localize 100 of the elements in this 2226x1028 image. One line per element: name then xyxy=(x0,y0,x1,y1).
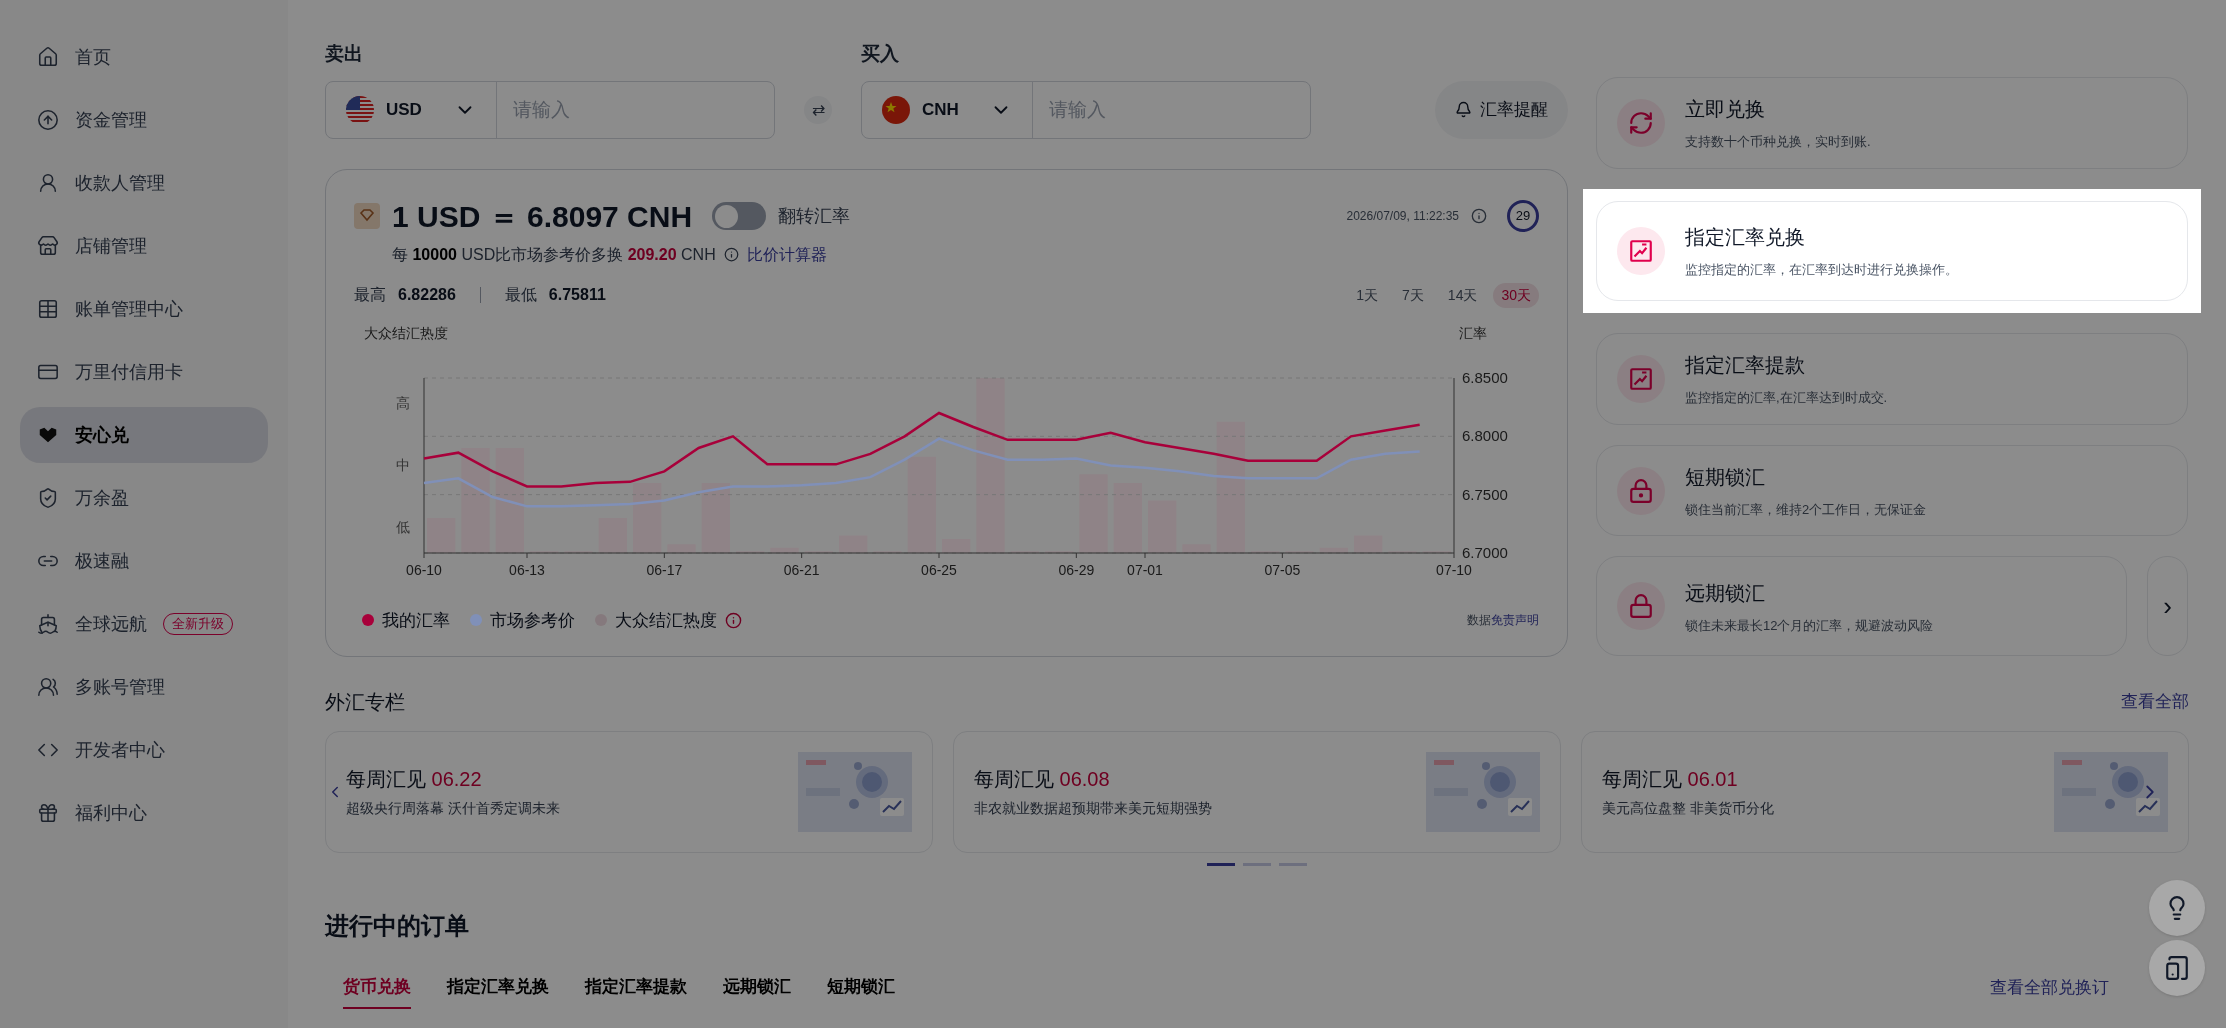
tick-label: 07-01 xyxy=(1127,561,1163,578)
currency-exchange-field[interactable]: USD 请输入 xyxy=(325,80,775,139)
trend-chart-icon xyxy=(1628,365,1654,392)
disclaimer-link[interactable]: 免责声明 xyxy=(1491,613,1539,628)
product-card[interactable]: 短期锁汇 锁住当前汇率，维持2个工作日，无保证金 xyxy=(1596,444,2188,537)
trend-chart-icon xyxy=(1628,237,1654,264)
axis-title: 大众结汇热度 xyxy=(364,324,448,341)
user-icon xyxy=(37,172,59,194)
legend-label: 大众结汇热度 xyxy=(615,609,717,632)
disclaimer-text: 数据免责声明 xyxy=(1467,612,1539,630)
period-tab[interactable]: 14天 xyxy=(1439,282,1486,308)
product-description: 监控指定的汇率，在汇率到达时进行兑换操作。 xyxy=(1685,261,1958,280)
device-button[interactable] xyxy=(2149,940,2205,996)
legend-label: 我的汇率 xyxy=(382,609,450,632)
article-title: 每周汇见 06.08 xyxy=(974,767,1111,792)
order-tab[interactable]: 货币兑换 xyxy=(343,973,411,1009)
product-title: 指定汇率提款 xyxy=(1685,353,1806,378)
period-tab[interactable]: 1天 xyxy=(1348,282,1387,308)
product-card[interactable]: 立即兑换 支持数十个币种兑换，实时到账. xyxy=(1596,77,2188,169)
lock-icon xyxy=(1628,593,1654,620)
product-description: 锁住当前汇率，维持2个工作日，无保证金 xyxy=(1685,500,1927,519)
article-title: 每周汇见 06.22 xyxy=(346,767,483,792)
tablet-icon xyxy=(2164,955,2190,981)
amount-input[interactable]: 请输入 xyxy=(497,81,774,138)
article-summary: 非农就业数据超预期带来美元短期强势 xyxy=(974,799,1212,818)
product-description: 监控指定的汇率,在汇率达到时成交. xyxy=(1685,389,1888,407)
tick-label: 6.8500 xyxy=(1462,368,1508,386)
tick-label: 6.7000 xyxy=(1462,543,1508,561)
countdown-ring: 29 xyxy=(1507,200,1539,232)
next-button[interactable]: › xyxy=(2147,556,2188,657)
low-label: 最低 xyxy=(504,285,537,305)
comparison-text: 每 10000 USD比市场参考价多换 209.20 CNH xyxy=(392,244,716,265)
sidebar-item[interactable]: 店铺管理 xyxy=(20,218,268,274)
calculator-link[interactable]: 比价计算器 xyxy=(746,242,827,267)
swap-button[interactable]: ⇄ xyxy=(804,95,832,124)
field-label: 买入 xyxy=(861,42,900,66)
shield-icon xyxy=(37,487,59,509)
view-all-orders-link[interactable]: 查看全部兑换订 xyxy=(1990,974,2109,1008)
legend-label: 市场参考价 xyxy=(490,609,575,632)
flip-toggle[interactable] xyxy=(712,202,767,230)
product-title: 指定汇率兑换 xyxy=(1685,225,1806,251)
low-value: 6.75811 xyxy=(548,285,606,305)
flag-icon xyxy=(346,95,374,124)
tick-label: 6.7500 xyxy=(1462,485,1508,503)
product-card[interactable]: 指定汇率提款 监控指定的汇率,在汇率达到时成交. xyxy=(1596,332,2188,425)
order-tab[interactable]: 远期锁汇 xyxy=(723,973,791,1009)
order-tab[interactable]: 指定汇率提款 xyxy=(585,973,687,1009)
sidebar-item[interactable]: 安心兑 xyxy=(20,407,268,463)
field-label: 卖出 xyxy=(325,42,364,66)
sidebar-item[interactable]: 资金管理 xyxy=(20,92,268,148)
product-description: 锁住未来最长12个月的汇率，规避波动风险 xyxy=(1685,616,1934,635)
tick-label: 6.8000 xyxy=(1462,426,1508,444)
article-card[interactable]: 每周汇见 06.01 美元高位盘整 非美货币分化 xyxy=(1581,730,2189,853)
tick-label: 06-10 xyxy=(406,561,442,578)
period-tab[interactable]: 30天 xyxy=(1493,282,1539,308)
exchange-icon xyxy=(1628,109,1654,136)
high-value: 6.82286 xyxy=(398,285,456,305)
product-card[interactable]: 指定汇率兑换 监控指定的汇率，在汇率到达时进行兑换操作。 xyxy=(1596,200,2188,301)
sidebar-item[interactable]: 全球远航 全新升级 xyxy=(20,596,268,652)
product-description: 支持数十个币种兑换，实时到账. xyxy=(1685,133,1871,152)
product-title: 立即兑换 xyxy=(1685,97,1766,123)
diamond-badge-icon xyxy=(354,203,380,229)
upload-icon xyxy=(37,109,59,131)
sidebar-item[interactable]: 收款人管理 xyxy=(20,155,268,211)
view-all-link[interactable]: 查看全部 xyxy=(2121,688,2189,715)
sidebar-item[interactable]: 极速融 xyxy=(20,533,268,589)
table-icon xyxy=(37,298,59,320)
tick-label: 06-17 xyxy=(646,561,683,578)
lock-clock-icon xyxy=(1628,477,1654,504)
section-title: 进行中的订单 xyxy=(325,910,469,941)
sidebar-item[interactable]: 万里付信用卡 xyxy=(20,344,268,400)
period-tab[interactable]: 7天 xyxy=(1394,282,1432,308)
info-icon xyxy=(723,247,739,262)
sidebar-item[interactable]: 万余盈 xyxy=(20,470,268,526)
tips-button[interactable] xyxy=(2149,880,2205,936)
bell-icon xyxy=(1455,101,1472,118)
high-label: 最高 xyxy=(354,285,386,305)
rate-alert-button[interactable]: 汇率提醒 xyxy=(1435,80,1568,139)
toggle-label: 翻转汇率 xyxy=(778,204,851,228)
order-tab[interactable]: 短期锁汇 xyxy=(827,973,895,1009)
product-title: 远期锁汇 xyxy=(1685,580,1766,606)
axis-title: 汇率 xyxy=(1459,324,1487,341)
sidebar-item[interactable]: 福利中心 xyxy=(20,785,268,841)
sidebar-item[interactable]: 账单管理中心 xyxy=(20,281,268,337)
product-title: 短期锁汇 xyxy=(1685,464,1766,490)
sidebar-item[interactable]: 首页 xyxy=(20,29,268,85)
article-card[interactable]: 每周汇见 06.08 非农就业数据超预期带来美元短期强势 xyxy=(953,730,1561,853)
home-icon xyxy=(37,46,59,68)
store-icon xyxy=(37,235,59,257)
sidebar-item[interactable]: 多账号管理 xyxy=(20,659,268,715)
order-tab[interactable]: 指定汇率兑换 xyxy=(447,973,549,1009)
currency-exchange-field[interactable]: CNH 请输入 xyxy=(861,80,1311,139)
tick-label: 中 xyxy=(396,456,410,473)
article-summary: 超级央行周落幕 沃什首秀定调未来 xyxy=(346,799,560,818)
product-card[interactable]: 远期锁汇 锁住未来最长12个月的汇率，规避波动风险 xyxy=(1596,556,2127,657)
sidebar-item[interactable]: 开发者中心 xyxy=(20,722,268,778)
tick-label: 06-21 xyxy=(783,561,820,578)
amount-input[interactable]: 请输入 xyxy=(1033,81,1310,138)
tick-label: 高 xyxy=(396,394,410,411)
article-card[interactable]: 每周汇见 06.22 超级央行周落幕 沃什首秀定调未来 xyxy=(325,730,933,853)
